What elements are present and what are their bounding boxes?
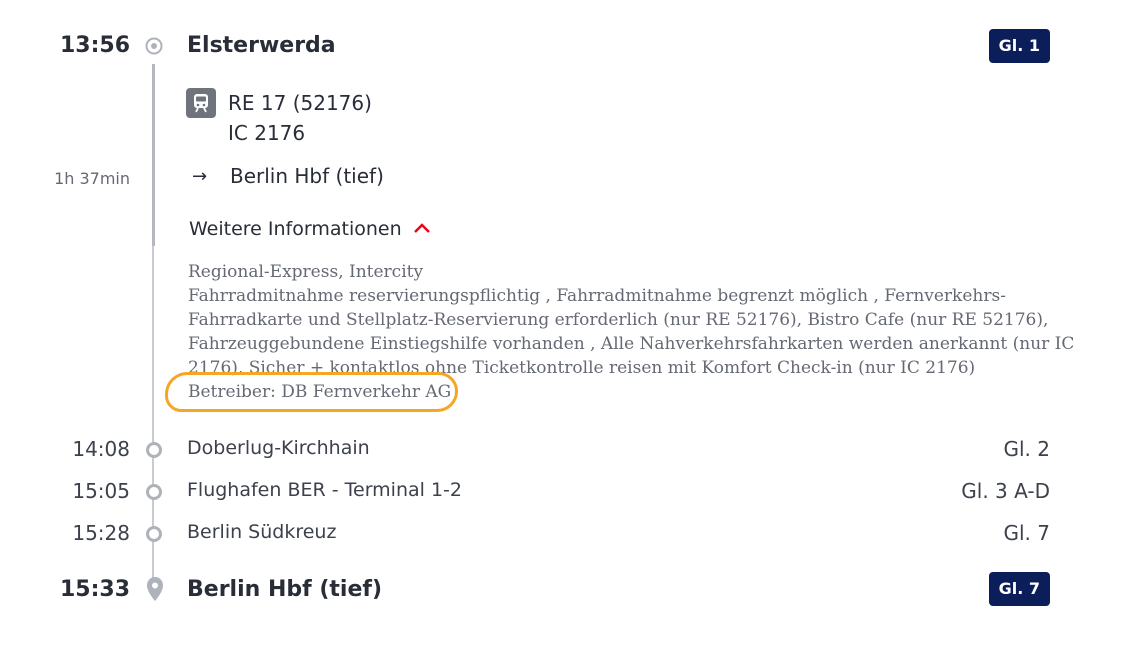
chevron-up-icon [412,220,432,239]
departure-marker-icon [145,37,163,55]
train-direction: Berlin Hbf (tief) [230,164,384,188]
stop-station[interactable]: Flughafen BER - Terminal 1-2 [187,479,462,501]
departure-time: 13:56 [59,33,130,58]
train-icon [186,88,216,118]
arrival-time: 15:33 [59,577,130,602]
stop-platform: Gl. 2 [1003,437,1051,461]
stop-time: 15:28 [72,521,130,545]
stop-dot-icon [146,526,162,542]
info-line: Fahrzeuggebundene Einstiegshilfe vorhand… [188,334,1075,354]
train-line-primary: RE 17 (52176) [228,91,372,115]
more-info-toggle[interactable]: Weitere Informationen [189,218,432,240]
train-line-secondary: IC 2176 [228,121,306,145]
stop-station[interactable]: Doberlug-Kirchhain [187,437,370,459]
stop-time: 15:05 [72,479,130,503]
arrival-platform-badge: Gl. 7 [988,572,1050,606]
info-line: Fahrradmitnahme reservierungspflichtig ,… [188,286,1006,306]
departure-platform-badge: Gl. 1 [988,29,1050,63]
stop-dot-icon [146,484,162,500]
annotation-highlight [165,372,458,412]
timeline-line [152,64,155,246]
more-info-toggle-label: Weitere Informationen [189,218,402,240]
stop-platform: Gl. 3 A-D [961,479,1050,503]
stop-platform: Gl. 7 [1003,521,1051,545]
train-category: Regional-Express, Intercity [188,262,424,282]
stop-time: 14:08 [72,437,130,461]
travel-duration: 1h 37min [54,169,130,188]
stop-station[interactable]: Berlin Südkreuz [187,521,336,543]
stop-dot-icon [146,442,162,458]
departure-station[interactable]: Elsterwerda [187,33,336,58]
arrival-station[interactable]: Berlin Hbf (tief) [187,577,382,602]
location-pin-icon [145,576,165,602]
arrow-right-icon: → [192,166,208,187]
info-line: Fahrradkarte und Stellplatz-Reservierung… [188,310,1049,330]
